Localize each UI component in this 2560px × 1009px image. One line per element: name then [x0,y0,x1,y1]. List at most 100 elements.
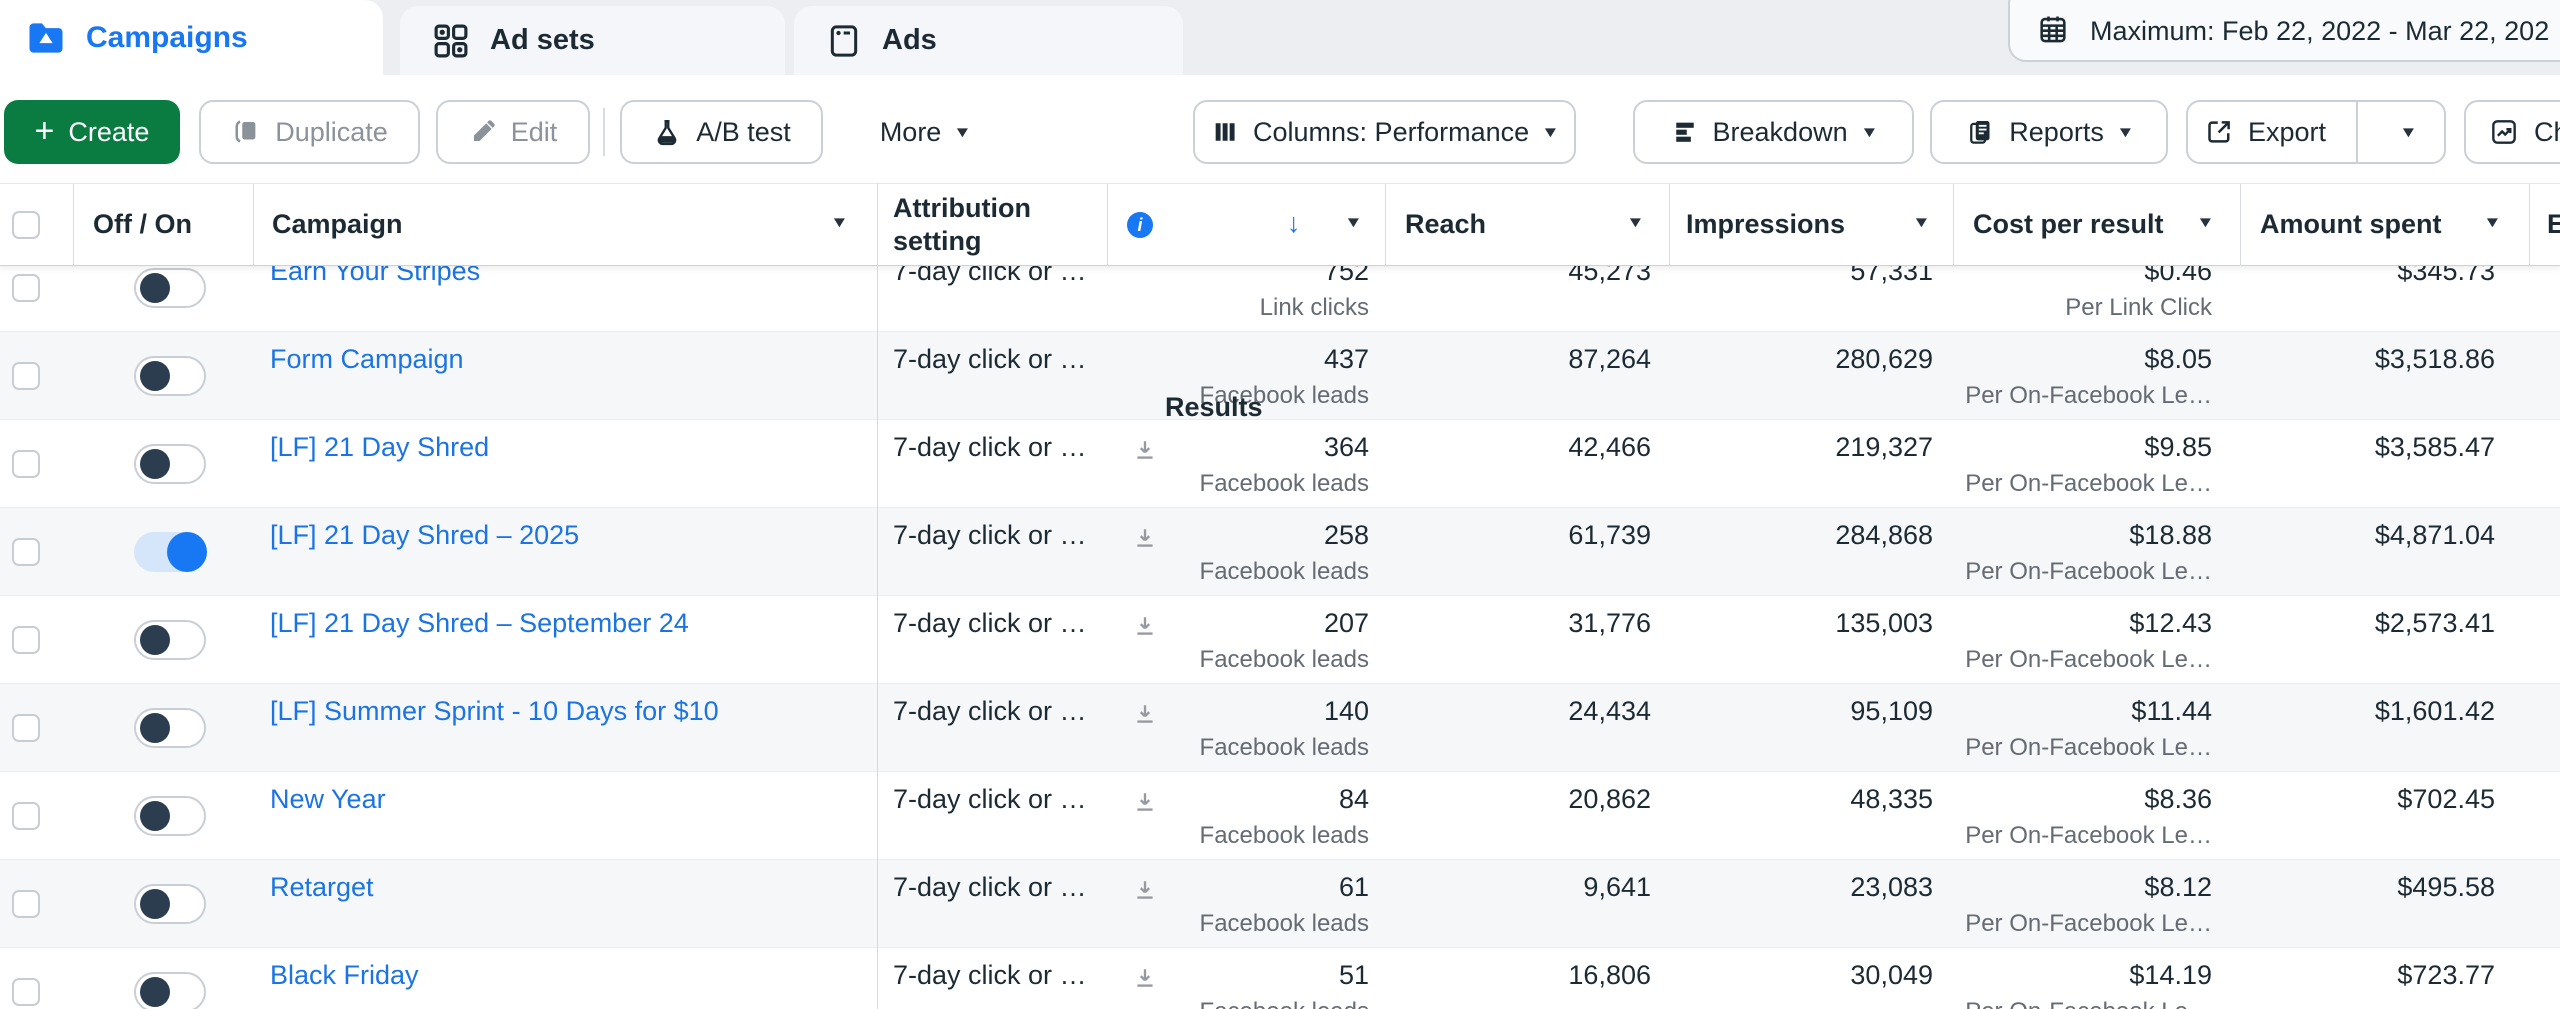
download-icon[interactable] [1131,876,1159,909]
chevron-down-icon[interactable]: ▼ [2196,214,2215,231]
row-checkbox[interactable] [12,450,40,478]
chevron-down-icon[interactable]: ▼ [830,214,849,231]
row-checkbox[interactable] [12,274,40,302]
campaign-name-link[interactable]: [LF] 21 Day Shred – 2025 [270,520,579,551]
create-button[interactable]: + Create [4,100,180,164]
tab-ad-sets-label: Ad sets [490,24,595,56]
table-row: New Year 7-day click or … 84 Facebook le… [0,772,2560,860]
campaign-name-link[interactable]: Retarget [270,872,374,903]
breakdown-button[interactable]: Breakdown ▼ [1633,100,1914,164]
campaign-name-link[interactable]: Black Friday [270,960,419,991]
export-icon [2204,117,2234,147]
export-dropdown-button[interactable]: ▼ [2372,102,2444,162]
edit-button[interactable]: Edit [436,100,590,164]
more-button-label: More [879,116,942,147]
row-checkbox[interactable] [12,978,40,1006]
toggle-knob [140,449,170,479]
campaign-name-link[interactable]: Form Campaign [270,344,464,375]
info-icon[interactable]: i [1127,212,1153,238]
attribution-setting-value: 7-day click or … [893,432,1087,462]
chevron-down-icon[interactable]: ▼ [1344,214,1363,231]
row-checkbox[interactable] [12,890,40,918]
table-row: [LF] Summer Sprint - 10 Days for $10 7-d… [0,684,2560,772]
column-header-amount-spent[interactable]: Amount spent ▼ [2240,184,2529,266]
download-icon[interactable] [1131,964,1159,997]
campaign-name-link[interactable]: Earn Your Stripes [270,266,480,287]
column-header-campaign[interactable]: Campaign ▼ [253,184,877,266]
row-checkbox[interactable] [12,714,40,742]
charts-button[interactable]: Ch [2464,100,2560,164]
export-button[interactable]: Export [2188,102,2342,162]
tab-campaigns[interactable]: Campaigns [0,0,383,75]
cost-per-result-value: $8.36 [2144,784,2212,814]
columns-button-label: Columns: Performance [1253,116,1530,147]
download-icon[interactable] [1131,700,1159,733]
columns-button[interactable]: Columns: Performance ▼ [1193,100,1576,164]
campaign-toggle[interactable] [134,532,207,572]
cost-per-result-type-label: Per On-Facebook Le… [1965,382,2212,409]
ad-sets-grid-icon [430,20,472,62]
campaign-toggle[interactable] [134,972,206,1009]
export-button-label: Export [2247,116,2327,147]
amount-spent-value: $4,871.04 [2374,520,2495,550]
create-button-label: Create [68,116,150,147]
campaign-name-link[interactable]: [LF] 21 Day Shred – September 24 [270,608,689,639]
tab-ad-sets[interactable]: Ad sets [400,6,785,75]
results-type-label: Facebook leads [1199,470,1369,497]
cost-per-result-value: $8.05 [2144,344,2212,374]
ab-test-button[interactable]: A/B test [620,100,823,164]
row-checkbox[interactable] [12,538,40,566]
column-header-cost-per-result[interactable]: Cost per result ▼ [1953,184,2240,266]
tab-ads[interactable]: Ads [794,6,1183,75]
date-range-selector[interactable]: Maximum: Feb 22, 2022 - Mar 22, 202 [2008,0,2560,62]
campaign-name-link[interactable]: New Year [270,784,386,815]
column-header-impressions[interactable]: Impressions ▼ [1669,184,1953,266]
reach-value: 24,434 [1568,696,1651,726]
column-header-attribution[interactable]: Attribution setting [893,192,1093,258]
row-checkbox[interactable] [12,362,40,390]
chevron-down-icon[interactable]: ▼ [2483,214,2502,231]
download-icon[interactable] [1131,612,1159,645]
cost-per-result-value: $11.44 [2131,696,2212,726]
date-range-label: Maximum: Feb 22, 2022 - Mar 22, 202 [2090,15,2550,46]
campaign-toggle[interactable] [134,884,206,924]
chevron-down-icon[interactable]: ▼ [1912,214,1931,231]
campaign-toggle[interactable] [134,444,206,484]
export-split-button: Export ▼ [2186,100,2446,164]
cost-per-result-type-label: Per On-Facebook Le… [1965,470,2212,497]
toggle-knob [140,801,170,831]
table-row: [LF] 21 Day Shred 7-day click or … 364 F… [0,420,2560,508]
chevron-down-icon[interactable]: ▼ [1626,214,1645,231]
campaign-name-link[interactable]: [LF] Summer Sprint - 10 Days for $10 [270,696,719,727]
cost-per-result-value: $9.85 [2144,432,2212,462]
amount-spent-value: $723.77 [2397,960,2495,990]
pencil-icon [469,118,497,146]
chevron-down-icon: ▼ [1541,123,1560,141]
chevron-down-icon: ▼ [953,123,973,141]
toggle-knob [167,532,207,572]
campaign-toggle[interactable] [134,620,206,660]
toggle-knob [140,273,170,303]
column-header-ends[interactable]: En [2529,184,2560,266]
attribution-setting-value: 7-day click or … [893,960,1087,990]
download-icon[interactable] [1131,524,1159,557]
download-icon[interactable] [1131,436,1159,469]
table-row: Form Campaign 7-day click or … 437 Faceb… [0,332,2560,420]
attribution-setting-value: 7-day click or … [893,696,1087,726]
campaign-toggle[interactable] [134,796,206,836]
campaign-name-link[interactable]: [LF] 21 Day Shred [270,432,489,463]
more-button[interactable]: More ▼ [850,100,1000,164]
results-value: 258 [1323,520,1369,550]
campaign-toggle[interactable] [134,268,206,308]
cost-per-result-type-label: Per On-Facebook Le… [1965,822,2212,849]
select-all-checkbox[interactable] [12,211,40,239]
download-icon[interactable] [1131,788,1159,821]
campaign-toggle[interactable] [134,708,206,748]
row-checkbox[interactable] [12,626,40,654]
campaign-toggle[interactable] [134,356,206,396]
row-checkbox[interactable] [12,802,40,830]
amount-spent-value: $3,518.86 [2374,344,2495,374]
column-header-reach[interactable]: Reach ▼ [1385,184,1669,266]
duplicate-button[interactable]: Duplicate [199,100,420,164]
reports-button[interactable]: Reports ▼ [1930,100,2168,164]
